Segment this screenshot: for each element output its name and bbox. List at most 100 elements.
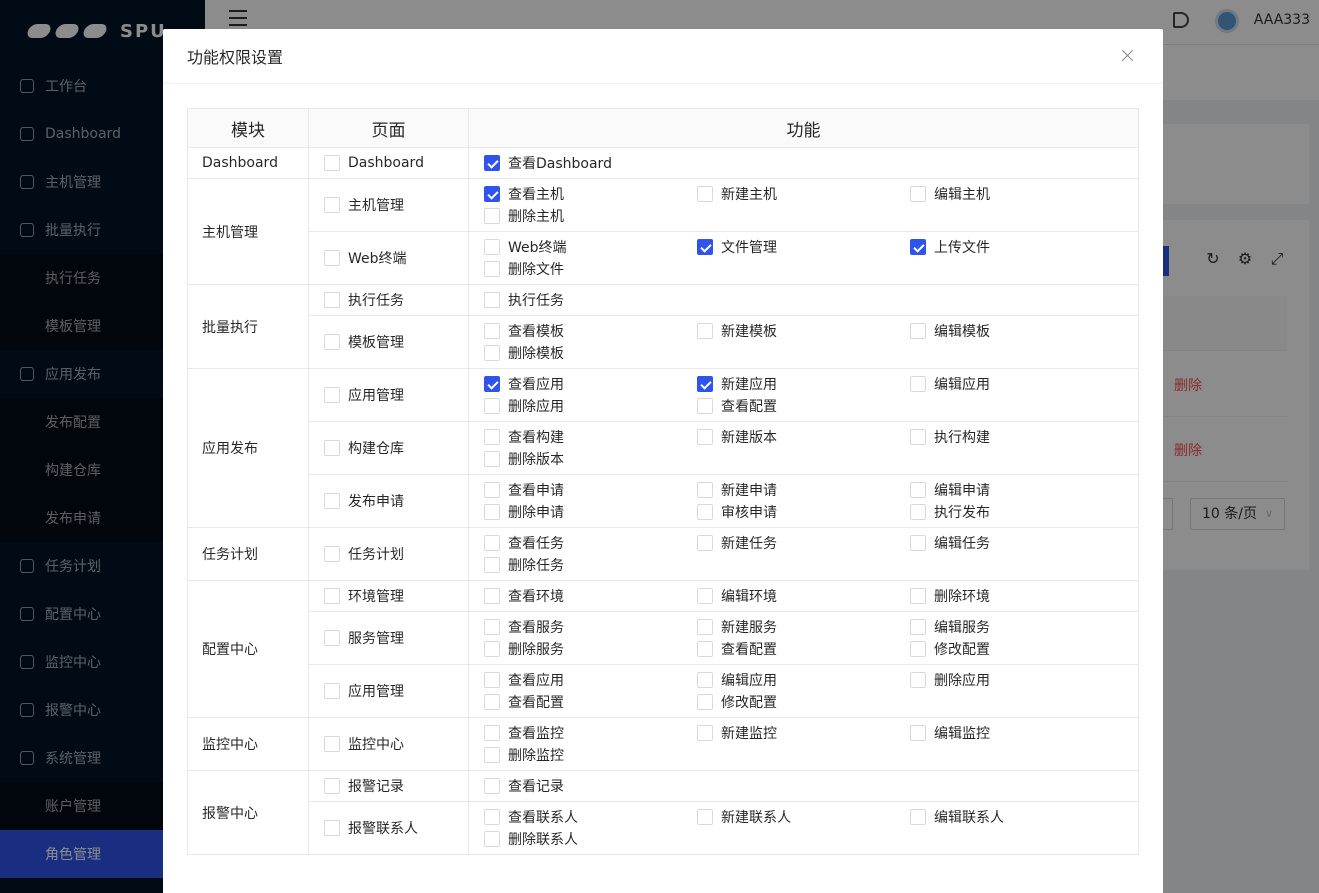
checkbox-checked-icon[interactable] [910,239,926,255]
function-checkbox[interactable]: 新建模板 [697,320,910,342]
checkbox-unchecked-icon[interactable] [484,261,500,277]
checkbox-unchecked-icon[interactable] [697,535,713,551]
function-checkbox[interactable]: 查看申请 [484,479,697,501]
function-checkbox[interactable]: 编辑环境 [697,585,910,607]
checkbox-unchecked-icon[interactable] [484,504,500,520]
function-checkbox[interactable]: 查看监控 [484,722,697,744]
checkbox-unchecked-icon[interactable] [484,557,500,573]
function-checkbox[interactable]: 新建版本 [697,426,910,448]
checkbox-unchecked-icon[interactable] [324,820,340,836]
function-checkbox[interactable]: Web终端 [484,236,697,258]
function-checkbox[interactable]: 查看服务 [484,616,697,638]
function-checkbox[interactable]: 编辑服务 [910,616,1123,638]
function-checkbox[interactable]: 执行发布 [910,501,1123,523]
function-checkbox[interactable]: 删除监控 [484,744,697,766]
checkbox-unchecked-icon[interactable] [324,588,340,604]
checkbox-unchecked-icon[interactable] [484,778,500,794]
page-checkbox[interactable]: 模板管理 [324,331,468,353]
checkbox-unchecked-icon[interactable] [697,809,713,825]
function-checkbox[interactable]: 查看配置 [697,395,910,417]
function-checkbox[interactable]: 删除应用 [484,395,697,417]
checkbox-unchecked-icon[interactable] [324,197,340,213]
checkbox-unchecked-icon[interactable] [484,725,500,741]
checkbox-unchecked-icon[interactable] [324,334,340,350]
function-checkbox[interactable]: 查看Dashboard [484,152,697,174]
checkbox-unchecked-icon[interactable] [484,672,500,688]
function-checkbox[interactable]: 新建监控 [697,722,910,744]
checkbox-unchecked-icon[interactable] [697,398,713,414]
checkbox-unchecked-icon[interactable] [484,292,500,308]
function-checkbox[interactable]: 新建申请 [697,479,910,501]
checkbox-unchecked-icon[interactable] [324,546,340,562]
function-checkbox[interactable]: 删除主机 [484,205,697,227]
function-checkbox[interactable]: 删除联系人 [484,828,697,850]
function-checkbox[interactable]: 编辑模板 [910,320,1123,342]
function-checkbox[interactable]: 新建联系人 [697,806,910,828]
checkbox-unchecked-icon[interactable] [484,451,500,467]
page-checkbox[interactable]: Web终端 [324,247,468,269]
checkbox-unchecked-icon[interactable] [484,694,500,710]
page-checkbox[interactable]: 主机管理 [324,194,468,216]
checkbox-unchecked-icon[interactable] [697,641,713,657]
page-checkbox[interactable]: 环境管理 [324,585,468,607]
page-checkbox[interactable]: 服务管理 [324,627,468,649]
checkbox-unchecked-icon[interactable] [910,588,926,604]
function-checkbox[interactable]: 查看模板 [484,320,697,342]
checkbox-unchecked-icon[interactable] [697,619,713,635]
function-checkbox[interactable]: 删除环境 [910,585,1123,607]
function-checkbox[interactable]: 执行构建 [910,426,1123,448]
page-checkbox[interactable]: 应用管理 [324,384,468,406]
function-checkbox[interactable]: 编辑应用 [910,373,1123,395]
checkbox-unchecked-icon[interactable] [910,809,926,825]
function-checkbox[interactable]: 新建主机 [697,183,910,205]
function-checkbox[interactable]: 查看配置 [697,638,910,660]
function-checkbox[interactable]: 审核申请 [697,501,910,523]
checkbox-unchecked-icon[interactable] [324,155,340,171]
function-checkbox[interactable]: 修改配置 [697,691,910,713]
checkbox-checked-icon[interactable] [484,186,500,202]
function-checkbox[interactable]: 编辑主机 [910,183,1123,205]
function-checkbox[interactable]: 编辑监控 [910,722,1123,744]
checkbox-unchecked-icon[interactable] [910,186,926,202]
function-checkbox[interactable]: 编辑联系人 [910,806,1123,828]
checkbox-unchecked-icon[interactable] [484,641,500,657]
function-checkbox[interactable]: 新建任务 [697,532,910,554]
function-checkbox[interactable]: 编辑任务 [910,532,1123,554]
checkbox-unchecked-icon[interactable] [910,535,926,551]
function-checkbox[interactable]: 新建服务 [697,616,910,638]
checkbox-checked-icon[interactable] [484,376,500,392]
function-checkbox[interactable]: 删除服务 [484,638,697,660]
checkbox-unchecked-icon[interactable] [484,809,500,825]
page-checkbox[interactable]: 发布申请 [324,490,468,512]
checkbox-unchecked-icon[interactable] [910,429,926,445]
checkbox-unchecked-icon[interactable] [910,619,926,635]
checkbox-unchecked-icon[interactable] [324,736,340,752]
function-checkbox[interactable]: 查看应用 [484,669,697,691]
function-checkbox[interactable]: 编辑应用 [697,669,910,691]
checkbox-unchecked-icon[interactable] [324,493,340,509]
function-checkbox[interactable]: 上传文件 [910,236,1123,258]
checkbox-unchecked-icon[interactable] [697,694,713,710]
checkbox-unchecked-icon[interactable] [324,683,340,699]
checkbox-unchecked-icon[interactable] [910,672,926,688]
function-checkbox[interactable]: 新建应用 [697,373,910,395]
page-checkbox[interactable]: 应用管理 [324,680,468,702]
checkbox-checked-icon[interactable] [697,239,713,255]
function-checkbox[interactable]: 编辑申请 [910,479,1123,501]
function-checkbox[interactable]: 查看环境 [484,585,697,607]
checkbox-unchecked-icon[interactable] [697,588,713,604]
checkbox-unchecked-icon[interactable] [484,398,500,414]
checkbox-unchecked-icon[interactable] [484,747,500,763]
checkbox-unchecked-icon[interactable] [324,630,340,646]
function-checkbox[interactable]: 查看应用 [484,373,697,395]
checkbox-unchecked-icon[interactable] [484,345,500,361]
function-checkbox[interactable]: 查看构建 [484,426,697,448]
checkbox-unchecked-icon[interactable] [910,504,926,520]
checkbox-checked-icon[interactable] [697,376,713,392]
checkbox-unchecked-icon[interactable] [910,323,926,339]
function-checkbox[interactable]: 删除应用 [910,669,1123,691]
checkbox-unchecked-icon[interactable] [910,725,926,741]
checkbox-unchecked-icon[interactable] [484,831,500,847]
function-checkbox[interactable]: 修改配置 [910,638,1123,660]
page-checkbox[interactable]: 任务计划 [324,543,468,565]
